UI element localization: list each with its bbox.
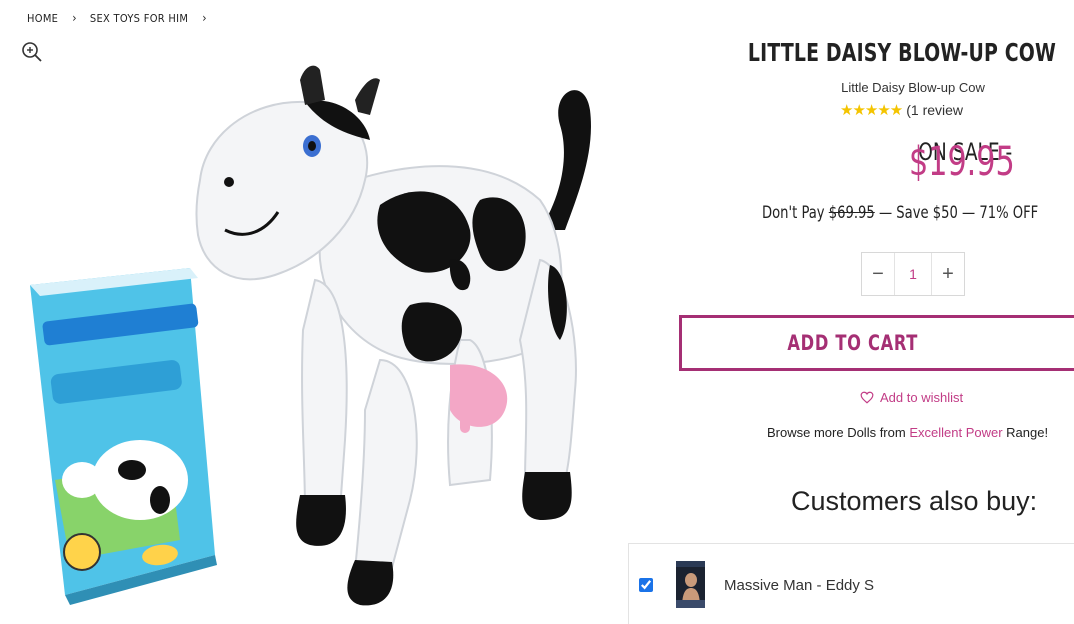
also-buy-checkbox[interactable] <box>639 578 653 592</box>
product-title: LITTLE DAISY BLOW-UP COW <box>747 38 1056 67</box>
quantity-decrease-button[interactable]: − <box>862 253 894 295</box>
heart-icon <box>860 391 874 404</box>
savings-text: — Save $50 — 71% OFF <box>878 203 1039 223</box>
sale-price: $19.95 <box>909 139 1015 185</box>
breadcrumb-home[interactable]: HOME <box>27 12 58 25</box>
product-rating[interactable]: ★★★★★ (1 review <box>840 101 963 119</box>
browse-prefix: Browse more Dolls from <box>767 425 906 440</box>
add-to-wishlist-link[interactable]: Add to wishlist <box>860 390 963 405</box>
quantity-stepper: − 1 + <box>861 252 965 296</box>
breadcrumb: HOME › SEX TOYS FOR HIM › <box>27 11 220 25</box>
product-box-image <box>30 268 217 605</box>
rating-stars: ★★★★★ <box>840 102 903 119</box>
add-to-cart-button[interactable]: ADD TO CART <box>679 315 1074 371</box>
add-to-cart-label: ADD TO CART <box>787 331 919 355</box>
product-image <box>30 65 591 606</box>
browse-more-text: Browse more Dolls from Excellent Power R… <box>767 425 1048 440</box>
product-subtitle: Little Daisy Blow-up Cow <box>841 80 985 95</box>
cow-image <box>195 65 591 606</box>
zoom-in-icon[interactable] <box>20 40 44 64</box>
wishlist-label: Add to wishlist <box>880 390 964 405</box>
old-price: $69.95 <box>828 203 875 223</box>
also-buy-product-name[interactable]: Massive Man - Eddy S <box>724 577 874 594</box>
quantity-input[interactable]: 1 <box>894 253 932 295</box>
price-comparison: Don't Pay $69.95 — Save $50 — 71% OFF <box>762 203 1038 223</box>
breadcrumb-sex-toys-for-him[interactable]: SEX TOYS FOR HIM <box>90 12 188 25</box>
browse-suffix: Range! <box>1006 425 1049 440</box>
list-item: Massive Man - Eddy S <box>639 560 874 610</box>
breadcrumb-separator: › <box>202 11 207 25</box>
also-buy-title: Customers also buy: <box>791 486 1038 516</box>
quantity-increase-button[interactable]: + <box>932 253 964 295</box>
dont-pay-label: Don't Pay <box>762 203 825 223</box>
product-info-panel: LITTLE DAISY BLOW-UP COW Little Daisy Bl… <box>628 0 1074 624</box>
review-count-link[interactable]: (1 review <box>906 102 963 118</box>
also-buy-list: Massive Man - Eddy S <box>628 543 1074 624</box>
product-thumbnail[interactable] <box>672 560 709 610</box>
breadcrumb-separator: › <box>72 11 77 25</box>
brand-link[interactable]: Excellent Power <box>909 425 1002 440</box>
product-image-gallery[interactable] <box>20 40 620 619</box>
